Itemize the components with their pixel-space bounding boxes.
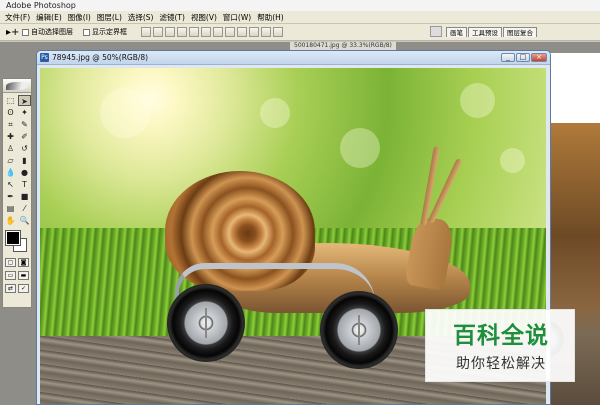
mask-mode-row: ▢ ◙ (3, 256, 31, 269)
edit-icon[interactable]: ✓ (18, 284, 29, 293)
front-wheel (320, 291, 398, 369)
distribute-right-icon[interactable] (273, 27, 283, 37)
distribute-bottom-icon[interactable] (237, 27, 247, 37)
align-top-icon[interactable] (141, 27, 151, 37)
document-title-bar[interactable]: Ps 78945.jpg @ 50%(RGB/8) _ □ × (37, 51, 550, 65)
bokeh-light (500, 148, 525, 173)
align-buttons (141, 27, 283, 37)
window-controls: _ □ × (501, 53, 547, 62)
align-left-icon[interactable] (177, 27, 187, 37)
watermark-title: 百科全说 (453, 323, 549, 349)
show-bounds-checkbox[interactable]: 显示定界框 (83, 27, 127, 37)
menu-bar: 文件(F) 编辑(E) 图像(I) 图层(L) 选择(S) 滤镜(T) 视图(V… (0, 11, 600, 24)
quick-mask-icon[interactable]: ◙ (18, 258, 29, 267)
menu-image[interactable]: 图像(I) (65, 11, 94, 24)
distribute-middle-icon[interactable] (225, 27, 235, 37)
wheel-spoke (358, 315, 360, 345)
hand-icon[interactable]: ✋ (4, 215, 17, 226)
eyedropper-icon[interactable]: ⁄ (18, 203, 31, 214)
toolbox: ⬚ ➤ ʘ ✦ ⌗ ✎ ✚ ✐ ♙ ↺ ▱ ▮ 💧 ● ↖ T ✒ ■ ▤ ⁄ … (2, 78, 32, 308)
pen-icon[interactable]: ✒ (4, 191, 17, 202)
move-tool-preset-icon[interactable]: ▸+ (6, 27, 19, 38)
notes-icon[interactable]: ▤ (4, 203, 17, 214)
checkbox-box (22, 28, 29, 36)
magic-wand-icon[interactable]: ✦ (18, 107, 31, 118)
slice-icon[interactable]: ✎ (18, 119, 31, 130)
photoshop-doc-icon: Ps (40, 53, 49, 62)
bokeh-light (340, 128, 380, 168)
maximize-button[interactable]: □ (516, 53, 530, 62)
stamp-icon[interactable]: ♙ (4, 143, 17, 154)
auto-select-layer-checkbox[interactable]: 自动选择图层 (22, 27, 73, 37)
shape-icon[interactable]: ■ (18, 191, 31, 202)
menu-view[interactable]: 视图(V) (188, 11, 220, 24)
dodge-icon[interactable]: ● (18, 167, 31, 178)
tab-tool-presets[interactable]: 工具预设 (468, 27, 502, 37)
align-center-icon[interactable] (189, 27, 199, 37)
document-title: 78945.jpg @ 50%(RGB/8) (52, 53, 149, 62)
show-bounds-label: 显示定界框 (92, 28, 127, 36)
watermark: 百科全说 助你轻松解决 (425, 309, 575, 382)
tab-brushes[interactable]: 画笔 (446, 27, 467, 37)
minimize-button[interactable]: _ (501, 53, 515, 62)
background-document-tab[interactable]: 500180471.jpg @ 33.3%(RGB/8) (290, 42, 396, 50)
auto-select-label: 自动选择图层 (31, 28, 73, 36)
blur-icon[interactable]: 💧 (4, 167, 17, 178)
jump-to-imageready-icon[interactable]: ⇄ (5, 284, 16, 293)
path-select-icon[interactable]: ↖ (4, 179, 17, 190)
palette-well-icon[interactable] (430, 26, 442, 37)
distribute-center-icon[interactable] (261, 27, 271, 37)
crop-icon[interactable]: ⌗ (4, 119, 17, 130)
color-swatches (3, 230, 31, 256)
standard-mode-icon[interactable]: ▢ (5, 258, 16, 267)
toolbox-header[interactable] (3, 79, 31, 93)
bokeh-light (260, 98, 290, 128)
move-icon[interactable]: ➤ (18, 95, 31, 106)
watermark-subtitle: 助你轻松解决 (456, 356, 546, 372)
menu-window[interactable]: 窗口(W) (220, 11, 254, 24)
menu-layer[interactable]: 图层(L) (94, 11, 125, 24)
feather-icon (6, 81, 28, 90)
app-title: Adobe Photoshop (6, 1, 76, 10)
healing-icon[interactable]: ✚ (4, 131, 17, 142)
align-middle-icon[interactable] (153, 27, 163, 37)
bokeh-light (460, 83, 495, 118)
rear-wheel (167, 284, 245, 362)
tab-layer-comps[interactable]: 图层复合 (503, 27, 537, 37)
align-bottom-icon[interactable] (165, 27, 175, 37)
align-right-icon[interactable] (201, 27, 211, 37)
menu-help[interactable]: 帮助(H) (254, 11, 287, 24)
wheel-spoke (205, 308, 207, 338)
app-title-bar: Adobe Photoshop (0, 0, 600, 11)
menu-file[interactable]: 文件(F) (2, 11, 33, 24)
foreground-color-swatch[interactable] (5, 230, 21, 246)
distribute-top-icon[interactable] (213, 27, 223, 37)
screen-mode-standard-icon[interactable]: ▭ (5, 271, 16, 280)
lasso-icon[interactable]: ʘ (4, 107, 17, 118)
marquee-icon[interactable]: ⬚ (4, 95, 17, 106)
screen-mode-row: ▭ ▬ (3, 269, 31, 282)
palette-well: 画笔 工具预设 图层复合 (430, 26, 537, 37)
jump-row: ⇄ ✓ (3, 282, 31, 295)
checkbox-box (83, 28, 90, 36)
history-brush-icon[interactable]: ↺ (18, 143, 31, 154)
text-icon[interactable]: T (18, 179, 31, 190)
close-button[interactable]: × (531, 53, 547, 62)
menu-select[interactable]: 选择(S) (125, 11, 157, 24)
bokeh-light (100, 88, 150, 138)
tool-grid: ⬚ ➤ ʘ ✦ ⌗ ✎ ✚ ✐ ♙ ↺ ▱ ▮ 💧 ● ↖ T ✒ ■ ▤ ⁄ … (3, 93, 31, 226)
menu-filter[interactable]: 滤镜(T) (157, 11, 188, 24)
brush-icon[interactable]: ✐ (18, 131, 31, 142)
gradient-icon[interactable]: ▮ (18, 155, 31, 166)
distribute-left-icon[interactable] (249, 27, 259, 37)
eraser-icon[interactable]: ▱ (4, 155, 17, 166)
menu-edit[interactable]: 编辑(E) (33, 11, 65, 24)
screen-mode-full-icon[interactable]: ▬ (18, 271, 29, 280)
zoom-icon[interactable]: 🔍 (18, 215, 31, 226)
